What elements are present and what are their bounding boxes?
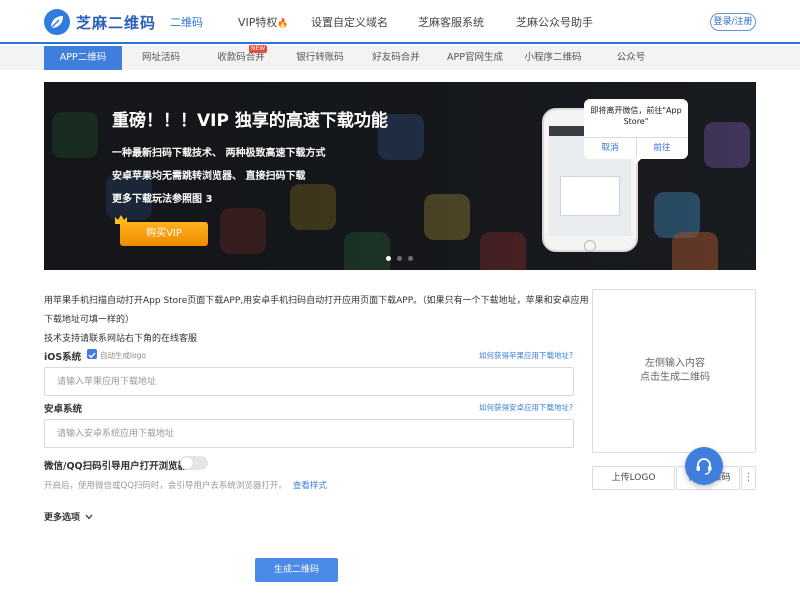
phone-home-button	[584, 240, 596, 252]
description-line-3: 技术支持请联系网站右下角的在线客服	[44, 334, 198, 344]
check-icon	[88, 352, 96, 359]
upload-logo-button[interactable]: 上传LOGO	[592, 466, 675, 490]
tab-app-qrcode[interactable]: APP二维码	[44, 46, 122, 70]
nav-qrcode[interactable]: 二维码	[170, 14, 203, 30]
banner-line-2: 安卓苹果均无需跳转浏览器、 直接扫码下载	[112, 171, 306, 182]
more-actions-icon[interactable]: ⋮	[741, 466, 756, 490]
tab-app-website[interactable]: APP官网生成	[440, 46, 510, 70]
wechat-redirect-hint: 开启后，使用微信或QQ扫码时，会引导用户去系统浏览器打开。 查看样式	[44, 479, 327, 491]
tab-friend-merge[interactable]: 好友码合并	[365, 46, 427, 70]
description-line-2: 下载地址可填一样的）	[44, 315, 135, 325]
category-tabs: APP二维码 网址活码 收款码合并 银行转账码 好友码合并 APP官网生成 小程…	[0, 46, 800, 70]
chevron-down-icon	[85, 514, 93, 520]
description-line-1: 用苹果手机扫描自动打开App Store页面下载APP,用安卓手机扫码自动打开应…	[44, 296, 589, 306]
tab-official-account[interactable]: 公众号	[608, 46, 654, 70]
site-logo[interactable]: 芝麻二维码	[44, 8, 156, 36]
new-badge: NEW	[249, 45, 268, 53]
toggle-knob	[181, 457, 193, 469]
headset-icon	[696, 458, 712, 475]
qr-placeholder-line-2: 点击生成二维码	[640, 372, 710, 383]
nav-custom-domain[interactable]: 设置自定义域名	[311, 14, 388, 30]
dialog-tail	[630, 158, 642, 164]
banner-line-3: 更多下载玩法参照图 3	[112, 194, 213, 205]
buy-vip-button[interactable]: 购买VIP	[120, 222, 208, 246]
wechat-redirect-label: 微信/QQ扫码引导用户打开浏览器	[44, 461, 188, 472]
android-label: 安卓系统	[44, 404, 83, 415]
android-help-link[interactable]: 如何获得安卓应用下载地址?	[479, 402, 573, 413]
banner-line-1: 一种最新扫码下载技术、 两种极致高速下载方式	[112, 148, 326, 159]
dialog-confirm: 前往	[653, 143, 671, 153]
logo-text: 芝麻二维码	[76, 13, 157, 32]
more-options-toggle[interactable]: 更多选项	[44, 510, 93, 523]
tab-url-live-code[interactable]: 网址活码	[130, 46, 192, 70]
fire-icon: 🔥	[277, 19, 289, 29]
generate-qrcode-button[interactable]: 生成二维码	[255, 558, 338, 582]
nav-vip[interactable]: VIP特权🔥	[238, 14, 289, 30]
login-register-button[interactable]: 登录/注册	[710, 13, 756, 31]
leaf-logo-icon	[44, 9, 70, 35]
phone-dialog	[560, 176, 620, 216]
auto-logo-checkbox[interactable]	[87, 349, 97, 359]
auto-logo-label[interactable]: 自动生成logo	[100, 350, 146, 361]
dialog-cancel: 取消	[601, 143, 619, 153]
wechat-redirect-toggle[interactable]	[180, 456, 208, 470]
ios-url-input[interactable]	[44, 367, 574, 396]
tab-miniprogram[interactable]: 小程序二维码	[520, 46, 586, 70]
top-navigation: 芝麻二维码 二维码 VIP特权🔥 设置自定义域名 芝麻客服系统 芝麻公众号助手 …	[0, 0, 800, 44]
dialog-title: 即将离开微信，前往"App Store"	[590, 106, 682, 126]
carousel-dot-2[interactable]	[397, 256, 402, 261]
nav-vip-label: VIP特权	[238, 16, 278, 29]
wechat-leave-dialog: 即将离开微信，前往"App Store" 取消 前往	[584, 99, 688, 159]
nav-wechat-assistant[interactable]: 芝麻公众号助手	[516, 14, 593, 30]
view-style-link[interactable]: 查看样式	[293, 481, 327, 491]
customer-service-fab[interactable]	[685, 447, 723, 485]
more-options-label: 更多选项	[44, 513, 81, 523]
tab-bank-transfer[interactable]: 银行转账码	[287, 46, 353, 70]
android-url-input[interactable]	[44, 419, 574, 448]
nav-customer-service[interactable]: 芝麻客服系统	[418, 14, 484, 30]
qr-placeholder-text: 左侧输入内容 点击生成二维码	[593, 357, 757, 385]
carousel-dot-1[interactable]	[386, 256, 391, 261]
ios-help-link[interactable]: 如何获得苹果应用下载地址?	[479, 350, 573, 361]
promo-banner[interactable]: 重磅！！！VIP 独享的高速下载功能 一种最新扫码下载技术、 两种极致高速下载方…	[44, 82, 756, 270]
hint-text: 开启后，使用微信或QQ扫码时，会引导用户去系统浏览器打开。	[44, 481, 287, 491]
banner-title: 重磅！！！VIP 独享的高速下载功能	[112, 111, 388, 131]
carousel-dot-3[interactable]	[408, 256, 413, 261]
qr-placeholder-line-1: 左侧输入内容	[645, 358, 705, 369]
qr-preview-box: 左侧输入内容 点击生成二维码	[592, 289, 756, 453]
ios-label: iOS系统	[44, 352, 82, 363]
